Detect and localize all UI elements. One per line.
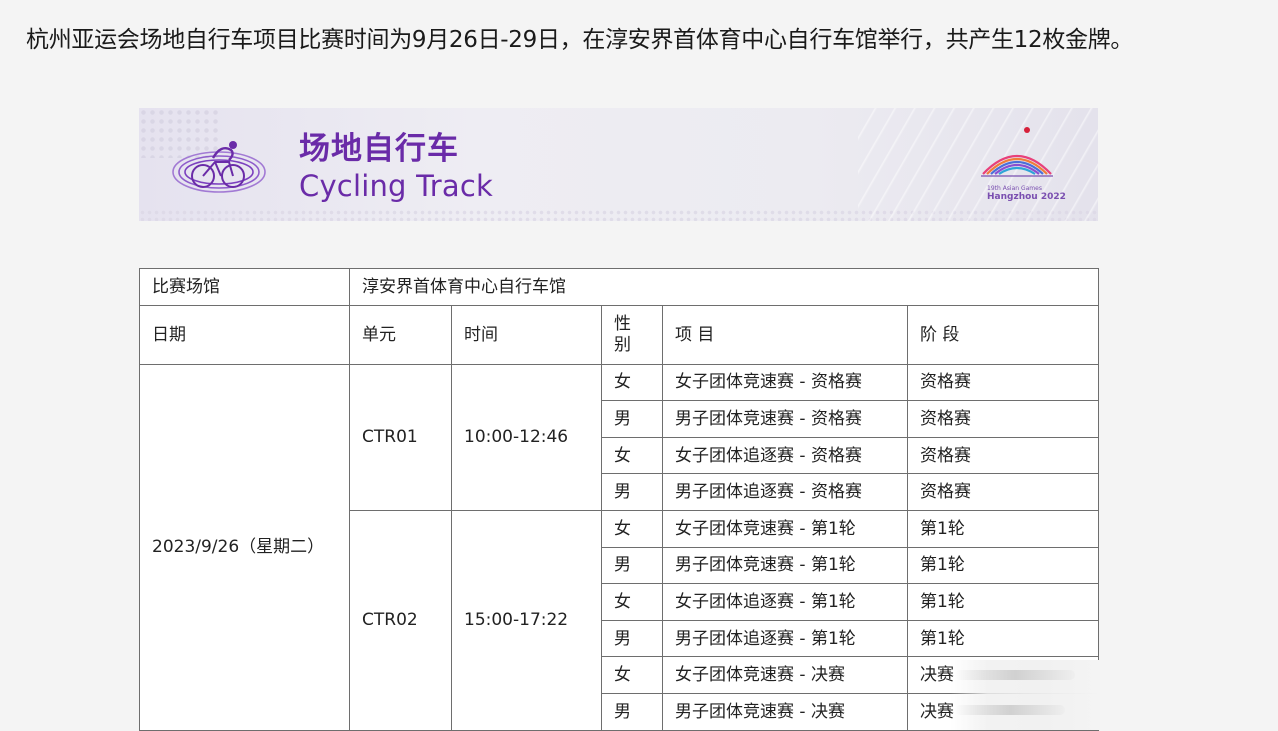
cyclist-icon	[172, 141, 266, 193]
event-cell: 男子团体追逐赛 - 资格赛	[662, 473, 908, 511]
event-cell: 女子团体追逐赛 - 第1轮	[662, 583, 908, 621]
stage-cell: 第1轮	[906, 619, 1100, 658]
stage-cell: 资格赛	[906, 436, 1100, 475]
date-cell: 2023/9/26（星期二）	[139, 363, 350, 731]
gender-cell: 男	[601, 546, 663, 585]
venue-value: 淳安界首体育中心自行车馆	[348, 268, 1100, 306]
venue-row: 比赛场馆 淳安界首体育中心自行车馆	[139, 268, 1100, 306]
unit-code-cell: CTR02	[349, 509, 452, 731]
event-cell: 男子团体竞速赛 - 资格赛	[662, 400, 908, 438]
cycling-track-banner: 场地自行车 Cycling Track 19th Asian Games Han…	[139, 108, 1098, 221]
gender-cell: 女	[601, 583, 663, 621]
header-event: 项 目	[662, 304, 908, 365]
stage-cell: 资格赛	[906, 363, 1100, 402]
gender-cell: 男	[601, 400, 663, 438]
unit-time-cell: 10:00-12:46	[451, 363, 602, 511]
schedule-table: 比赛场馆 淳安界首体育中心自行车馆 日期 单元 时间 性别 项 目 阶 段 20…	[139, 268, 1100, 731]
banner-title-english: Cycling Track	[299, 169, 493, 203]
intro-paragraph: 杭州亚运会场地自行车项目比赛时间为9月26日-29日，在淳安界首体育中心自行车馆…	[26, 27, 1134, 53]
event-cell: 男子团体追逐赛 - 第1轮	[662, 619, 908, 658]
table-row: 2023/9/26（星期二） CTR01 10:00-12:46 女 女子团体竞…	[139, 363, 1100, 731]
unit-code-cell: CTR01	[349, 363, 452, 511]
hangzhou-asian-games-logo	[981, 127, 1053, 177]
stage-cell: 资格赛	[906, 400, 1100, 438]
event-cell: 女子团体竞速赛 - 第1轮	[662, 509, 908, 548]
logo-caption-city: Hangzhou 2022	[987, 192, 1066, 202]
gender-cell: 女	[601, 436, 663, 475]
event-cell: 男子团体竞速赛 - 第1轮	[662, 546, 908, 585]
header-date: 日期	[139, 304, 350, 365]
unit-time-cell: 15:00-17:22	[451, 509, 602, 731]
gender-cell: 男	[601, 473, 663, 511]
header-stage: 阶 段	[906, 304, 1100, 365]
event-cell: 女子团体追逐赛 - 资格赛	[662, 436, 908, 475]
header-gender: 性别	[601, 304, 663, 365]
gender-cell: 男	[601, 619, 663, 658]
event-cell: 男子团体竞速赛 - 决赛	[662, 692, 908, 731]
event-cell: 女子团体竞速赛 - 决赛	[662, 656, 908, 694]
event-cell: 女子团体竞速赛 - 资格赛	[662, 363, 908, 402]
gender-cell: 男	[601, 692, 663, 731]
watermark-bar	[955, 705, 1065, 715]
header-unit: 单元	[349, 304, 452, 365]
gender-cell: 女	[601, 509, 663, 548]
banner-title-chinese: 场地自行车	[299, 131, 459, 167]
watermark-bar	[955, 670, 1075, 680]
stage-cell: 资格赛	[906, 473, 1100, 511]
header-time: 时间	[451, 304, 602, 365]
venue-label: 比赛场馆	[139, 268, 350, 306]
table-header-row: 日期 单元 时间 性别 项 目 阶 段	[139, 304, 1100, 365]
gender-cell: 女	[601, 363, 663, 402]
gender-cell: 女	[601, 656, 663, 694]
stage-cell: 第1轮	[906, 509, 1100, 548]
stage-cell: 第1轮	[906, 546, 1100, 585]
stage-cell: 第1轮	[906, 583, 1100, 621]
